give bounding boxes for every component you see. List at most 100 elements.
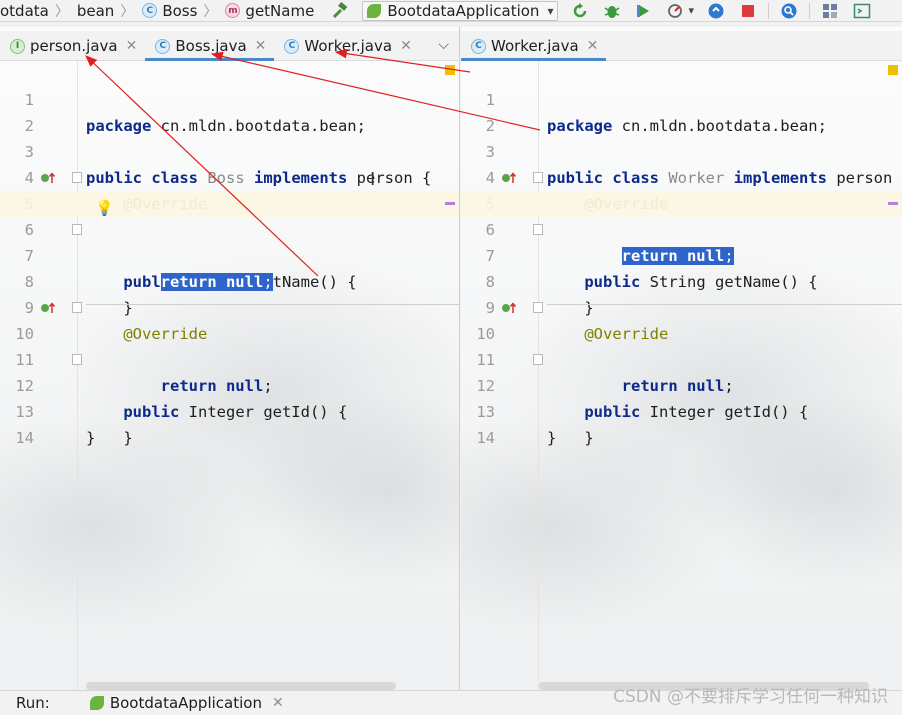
rerun-icon[interactable] <box>570 1 590 21</box>
code-line: 13 } <box>461 373 902 447</box>
code-line: 11 return null; <box>461 321 902 395</box>
tab-label: Worker.java <box>491 37 579 55</box>
breadcrumb-package[interactable]: bean <box>77 2 114 20</box>
fold-marker[interactable] <box>72 172 82 183</box>
code-line: 3 public class Boss implements person { <box>0 113 459 187</box>
code-editor-right[interactable]: 1 package cn.mldn.bootdata.bean; 2 3 pub… <box>461 61 902 690</box>
code-line: 8 <box>0 243 459 291</box>
code-line: 12 } <box>0 347 459 447</box>
spring-boot-icon <box>89 696 104 710</box>
line-code: } <box>547 429 557 447</box>
run-configuration-label: BootdataApplication <box>387 1 540 20</box>
fold-marker[interactable] <box>533 302 543 313</box>
code-line: 13 } <box>0 373 459 447</box>
tab-label: person.java <box>30 37 118 55</box>
debug-icon[interactable] <box>602 1 622 21</box>
tab-label: Worker.java <box>304 37 393 55</box>
code-line: 14 <box>461 399 902 447</box>
code-line: 2 <box>0 87 459 135</box>
close-icon[interactable]: ✕ <box>400 38 412 54</box>
fold-marker[interactable] <box>72 302 82 313</box>
navigation-toolbar: otdata 〉 bean 〉 C Boss 〉 m getName Bootd… <box>0 0 902 22</box>
project-structure-icon[interactable] <box>820 1 840 21</box>
code-editor-left[interactable]: 1 package cn.mldn.bootdata.bean; 2 3 pub… <box>0 61 459 690</box>
stop-icon[interactable] <box>738 1 758 21</box>
class-icon: C <box>284 38 300 54</box>
code-line: 3 public class Worker implements person <box>461 113 902 187</box>
interface-icon: I <box>10 38 25 54</box>
code-line: 12 } <box>461 347 902 447</box>
implements-method-icon[interactable] <box>501 171 517 185</box>
toolbar-divider <box>809 2 810 19</box>
code-line: 9 @Override <box>0 269 459 343</box>
code-line: 8 <box>461 243 902 291</box>
spring-boot-icon <box>367 3 382 18</box>
update-running-app-icon[interactable] <box>706 1 726 21</box>
profiler-icon[interactable]: ▾ <box>666 1 694 21</box>
fold-marker[interactable] <box>533 224 543 235</box>
close-icon[interactable]: ✕ <box>587 38 599 54</box>
chevron-down-icon: ▾ <box>547 3 554 18</box>
chevron-right-icon: 〉 <box>203 3 218 20</box>
implements-method-icon[interactable] <box>40 301 56 315</box>
class-icon: C <box>155 38 171 54</box>
fold-marker[interactable] <box>72 354 82 365</box>
class-icon: C <box>142 3 158 18</box>
code-line: 5 public String getName() { <box>461 165 902 291</box>
implements-method-icon[interactable] <box>40 171 56 185</box>
breadcrumb: otdata 〉 bean 〉 C Boss 〉 m getName <box>0 0 314 21</box>
code-line: 14 <box>0 399 459 447</box>
chevron-down-icon[interactable]: ⌵ <box>438 37 449 53</box>
fold-marker[interactable] <box>533 172 543 183</box>
text-cursor-icon: I <box>370 169 376 190</box>
chevron-right-icon: 〉 <box>54 3 69 20</box>
code-line: 10 public Integer getId() { <box>0 295 459 421</box>
implements-method-icon[interactable] <box>501 301 517 315</box>
code-line: 10 public Integer getId() { <box>461 295 902 421</box>
run-label: Run: <box>16 694 50 712</box>
terminal-icon[interactable] <box>852 1 872 21</box>
code-line: 1 package cn.mldn.bootdata.bean; <box>0 61 459 135</box>
editor-pane-left: I person.java ✕ C Boss.java ✕ C Worker.j… <box>0 27 460 690</box>
code-line: 9 @Override <box>461 269 902 343</box>
fold-marker[interactable] <box>72 224 82 235</box>
tab-worker-java[interactable]: C Worker.java ✕ <box>274 32 419 60</box>
tab-boss-java[interactable]: C Boss.java ✕ <box>145 32 275 61</box>
code-line: 11 return null; <box>0 321 459 395</box>
class-icon: C <box>471 38 486 54</box>
editor-pane-right: C Worker.java ✕ 1 package cn.mldn.bootda… <box>461 27 902 690</box>
chevron-right-icon: 〉 <box>120 3 135 20</box>
line-code: } <box>86 429 96 447</box>
close-icon[interactable]: ✕ <box>272 695 284 711</box>
breadcrumb-class[interactable]: Boss <box>162 2 197 20</box>
code-line: 4 @Override <box>0 139 459 213</box>
run-with-coverage-icon[interactable] <box>634 1 654 21</box>
watermark: CSDN @不要排斥学习任何一种知识 <box>613 687 888 707</box>
code-line: 4 @Override <box>461 139 902 213</box>
chevron-down-icon: ▾ <box>688 4 694 17</box>
horizontal-scrollbar[interactable] <box>86 682 396 690</box>
toolbar-divider <box>768 2 769 19</box>
code-line-current: 6 💡 return null; <box>0 191 459 291</box>
tab-person-java[interactable]: I person.java ✕ <box>0 32 145 60</box>
search-everywhere-icon[interactable] <box>779 1 799 21</box>
code-line: 1 package cn.mldn.bootdata.bean; <box>461 61 902 135</box>
breadcrumb-project[interactable]: otdata <box>0 2 49 20</box>
tab-worker-java[interactable]: C Worker.java ✕ <box>461 32 607 61</box>
code-line-current: 6 return null; <box>461 191 902 265</box>
close-icon[interactable]: ✕ <box>255 38 267 54</box>
build-hammer-icon[interactable] <box>330 1 350 21</box>
run-tab-label[interactable]: BootdataApplication <box>110 694 262 712</box>
error-stripe-mark[interactable] <box>445 202 455 205</box>
fold-marker[interactable] <box>533 354 543 365</box>
run-configuration-select[interactable]: BootdataApplication ▾ <box>362 0 559 21</box>
code-line: 7 } <box>461 217 902 317</box>
tab-label: Boss.java <box>175 37 247 55</box>
line-number: 14 <box>15 429 34 447</box>
code-line: 2 <box>461 87 902 135</box>
close-icon[interactable]: ✕ <box>126 38 138 54</box>
editor-tab-bar: C Worker.java ✕ <box>461 31 902 61</box>
breadcrumb-method[interactable]: getName <box>245 2 314 20</box>
error-stripe-mark[interactable] <box>888 202 898 205</box>
code-line: 7 } <box>0 217 459 317</box>
